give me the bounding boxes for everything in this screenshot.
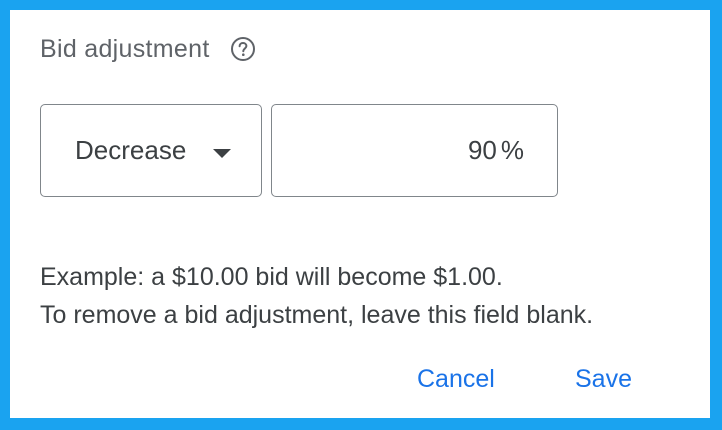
help-icon[interactable] [230,36,256,62]
help-text: Example: a $10.00 bid will become $1.00.… [40,258,593,334]
bid-adjustment-dialog: Bid adjustment Decrease 90 % Example: a … [10,10,710,418]
example-line: Example: a $10.00 bid will become $1.00. [40,263,503,291]
title-row: Bid adjustment [40,34,256,64]
adjustment-percent-input[interactable]: 90 % [271,104,558,197]
percent-suffix: % [500,135,524,165]
adjustment-percent-value: 90 [467,135,497,165]
dropdown-selected-value: Decrease [75,135,187,165]
cancel-button[interactable]: Cancel [417,365,495,394]
dialog-title: Bid adjustment [40,34,210,63]
remove-instructions-line: To remove a bid adjustment, leave this f… [40,301,594,329]
arrow-drop-down-icon [213,149,231,158]
save-button[interactable]: Save [575,365,632,394]
adjustment-direction-dropdown[interactable]: Decrease [40,104,262,197]
